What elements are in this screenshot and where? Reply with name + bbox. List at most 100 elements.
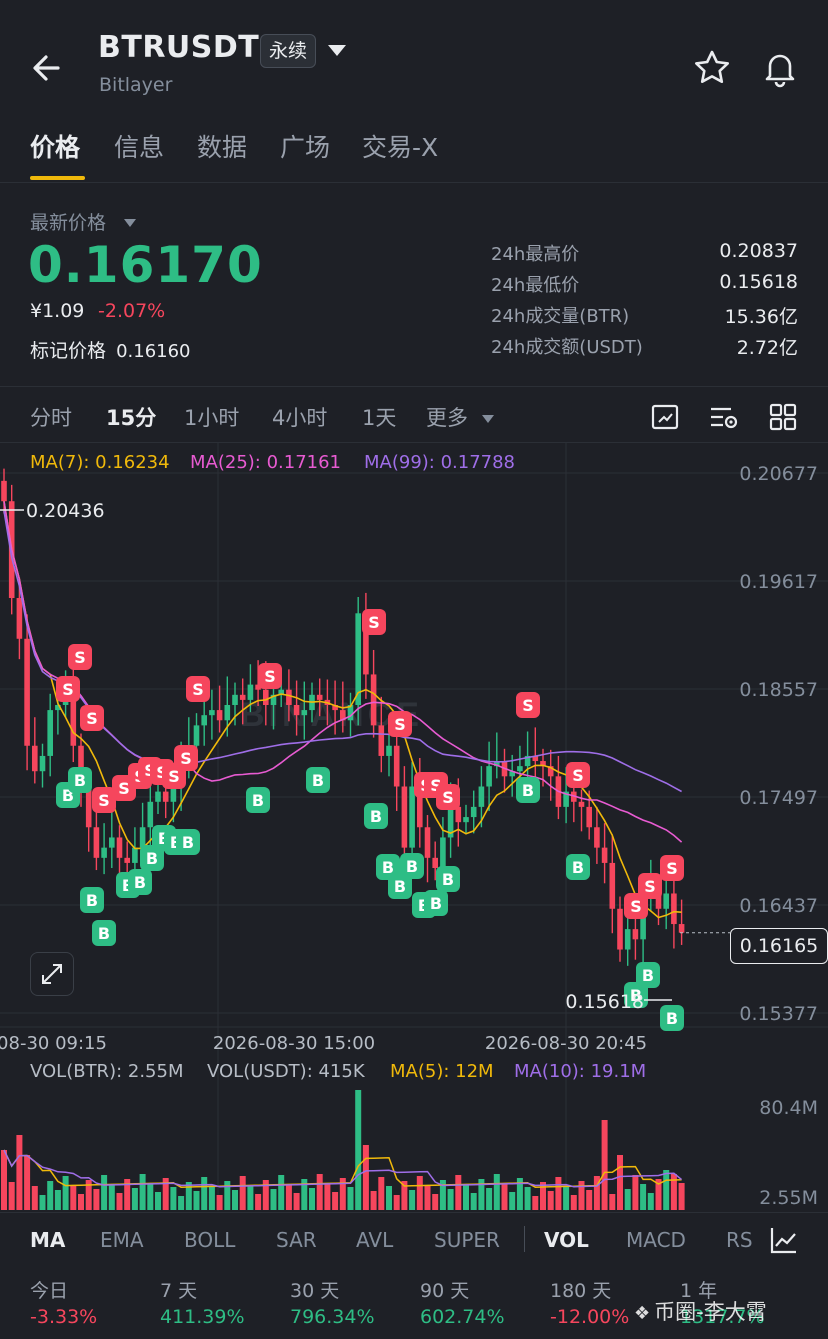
buy-marker-label: B: [312, 771, 324, 790]
buy-marker: B: [436, 866, 460, 892]
vol-btr-legend: VOL(BTR): 2.55M: [30, 1061, 184, 1082]
candle-body: [124, 857, 130, 863]
stat-label: 24h最高价: [491, 244, 580, 265]
buy-marker-label: B: [86, 891, 98, 910]
indicator-sar[interactable]: SAR: [276, 1228, 317, 1252]
volume-bar: [586, 1190, 593, 1210]
indicator-super[interactable]: SUPER: [434, 1228, 500, 1252]
sell-marker-label: S: [394, 715, 406, 734]
volume-bar: [347, 1187, 354, 1210]
indicator-ma[interactable]: MA: [30, 1228, 65, 1252]
current-price-tag: 0.16165: [730, 928, 828, 964]
candlestick-chart[interactable]: BINANCE SSSSSSSSSSSSSSSSSSSSSSBBBBBBBBBB…: [0, 443, 828, 1211]
volume-bar: [455, 1175, 462, 1210]
indicator-vol[interactable]: VOL: [544, 1228, 589, 1252]
volume-bar: [108, 1184, 115, 1210]
vol-ma10-legend: MA(10): 19.1M: [514, 1061, 647, 1082]
volume-bar: [39, 1195, 46, 1210]
candle-body: [155, 791, 161, 802]
interval-1h[interactable]: 1小时: [184, 402, 239, 432]
candle-body: [624, 929, 631, 950]
candle-body: [239, 694, 246, 700]
ma99-line: [3, 510, 682, 793]
chart-fullscreen-icon[interactable]: [650, 402, 680, 432]
back-arrow-icon[interactable]: [28, 48, 68, 88]
volume-bar: [424, 1185, 431, 1210]
volume-bar: [493, 1174, 500, 1210]
indicator-ema[interactable]: EMA: [100, 1228, 144, 1252]
buy-marker-label: B: [74, 771, 86, 790]
volume-axis-label: 80.4M: [759, 1097, 818, 1119]
volume-bar: [362, 1145, 369, 1210]
tab-data[interactable]: 数据: [197, 128, 247, 164]
interval-1d[interactable]: 1天: [362, 402, 396, 432]
vol-ma5-legend: MA(5): 12M: [390, 1061, 494, 1082]
divider: [524, 1226, 525, 1252]
volume-bar: [632, 1175, 639, 1210]
indicator-boll[interactable]: BOLL: [184, 1228, 235, 1252]
buy-marker: B: [566, 854, 590, 880]
volume-bar: [416, 1176, 423, 1210]
volume-bar: [647, 1193, 654, 1210]
volume-bar: [393, 1195, 400, 1210]
indicator-macd[interactable]: MACD: [626, 1228, 686, 1252]
interval-15m[interactable]: 15分: [106, 402, 156, 432]
tab-price[interactable]: 价格: [30, 128, 80, 164]
star-icon[interactable]: [692, 48, 732, 88]
sell-marker: S: [516, 692, 540, 718]
volume-bar: [178, 1196, 185, 1210]
pair-symbol[interactable]: BTRUSDT: [98, 30, 259, 65]
indicator-settings-icon[interactable]: [768, 1224, 800, 1256]
candle-body: [16, 598, 23, 639]
volume-bar: [78, 1194, 84, 1210]
volume-bar: [101, 1175, 108, 1210]
perf-value: 411.39%: [160, 1306, 245, 1328]
candle-body: [594, 827, 600, 848]
candle-body: [224, 704, 231, 721]
caret-down-icon[interactable]: [480, 410, 496, 429]
expand-icon[interactable]: [30, 952, 74, 996]
candle-body: [463, 817, 469, 823]
volume-bar: [447, 1189, 454, 1210]
tab-trade-x[interactable]: 交易-X: [362, 128, 438, 164]
caret-down-icon[interactable]: [122, 214, 138, 233]
candle-body: [617, 908, 623, 950]
candle-body: [478, 786, 485, 807]
price-axis-label: 0.18557: [739, 679, 818, 701]
candle-body: [32, 745, 38, 772]
volume-bar: [193, 1191, 200, 1210]
indicator-avl[interactable]: AVL: [356, 1228, 393, 1252]
caret-down-icon[interactable]: [326, 42, 348, 62]
sell-marker: S: [638, 873, 662, 899]
volume-bar: [624, 1189, 631, 1210]
cny-price: ¥1.09: [30, 300, 85, 322]
latest-price-label[interactable]: 最新价格: [30, 208, 106, 235]
bell-icon[interactable]: [760, 48, 800, 88]
volume-bar: [239, 1176, 246, 1210]
chart-settings-icon[interactable]: [708, 402, 740, 432]
candle-body: [101, 847, 107, 858]
indicator-rsi[interactable]: RS: [726, 1228, 752, 1252]
stat-value: 0.15618: [719, 271, 798, 293]
candle-body: [409, 786, 415, 848]
sell-marker: S: [388, 711, 412, 737]
volume-bar: [216, 1195, 223, 1210]
grid-layout-icon[interactable]: [768, 402, 798, 432]
high-price-marker: 0.20436: [26, 500, 105, 522]
perf-label: 180 天: [550, 1280, 612, 1302]
perf-value: 602.74%: [420, 1306, 505, 1328]
candle-body: [201, 715, 207, 726]
tab-square[interactable]: 广场: [280, 128, 330, 164]
perf-label: 7 天: [160, 1280, 198, 1302]
interval-4h[interactable]: 4小时: [272, 402, 327, 432]
sell-marker-label: S: [368, 613, 380, 632]
volume-bar: [378, 1177, 385, 1210]
buy-marker: B: [246, 787, 270, 813]
interval-more[interactable]: 更多: [426, 402, 468, 432]
perf-value: -12.00%: [550, 1306, 630, 1328]
candle-body: [609, 862, 616, 909]
buy-marker-label: B: [442, 870, 454, 889]
interval-timeline[interactable]: 分时: [30, 402, 72, 432]
tab-info[interactable]: 信息: [114, 128, 164, 164]
volume-bar: [601, 1120, 608, 1210]
